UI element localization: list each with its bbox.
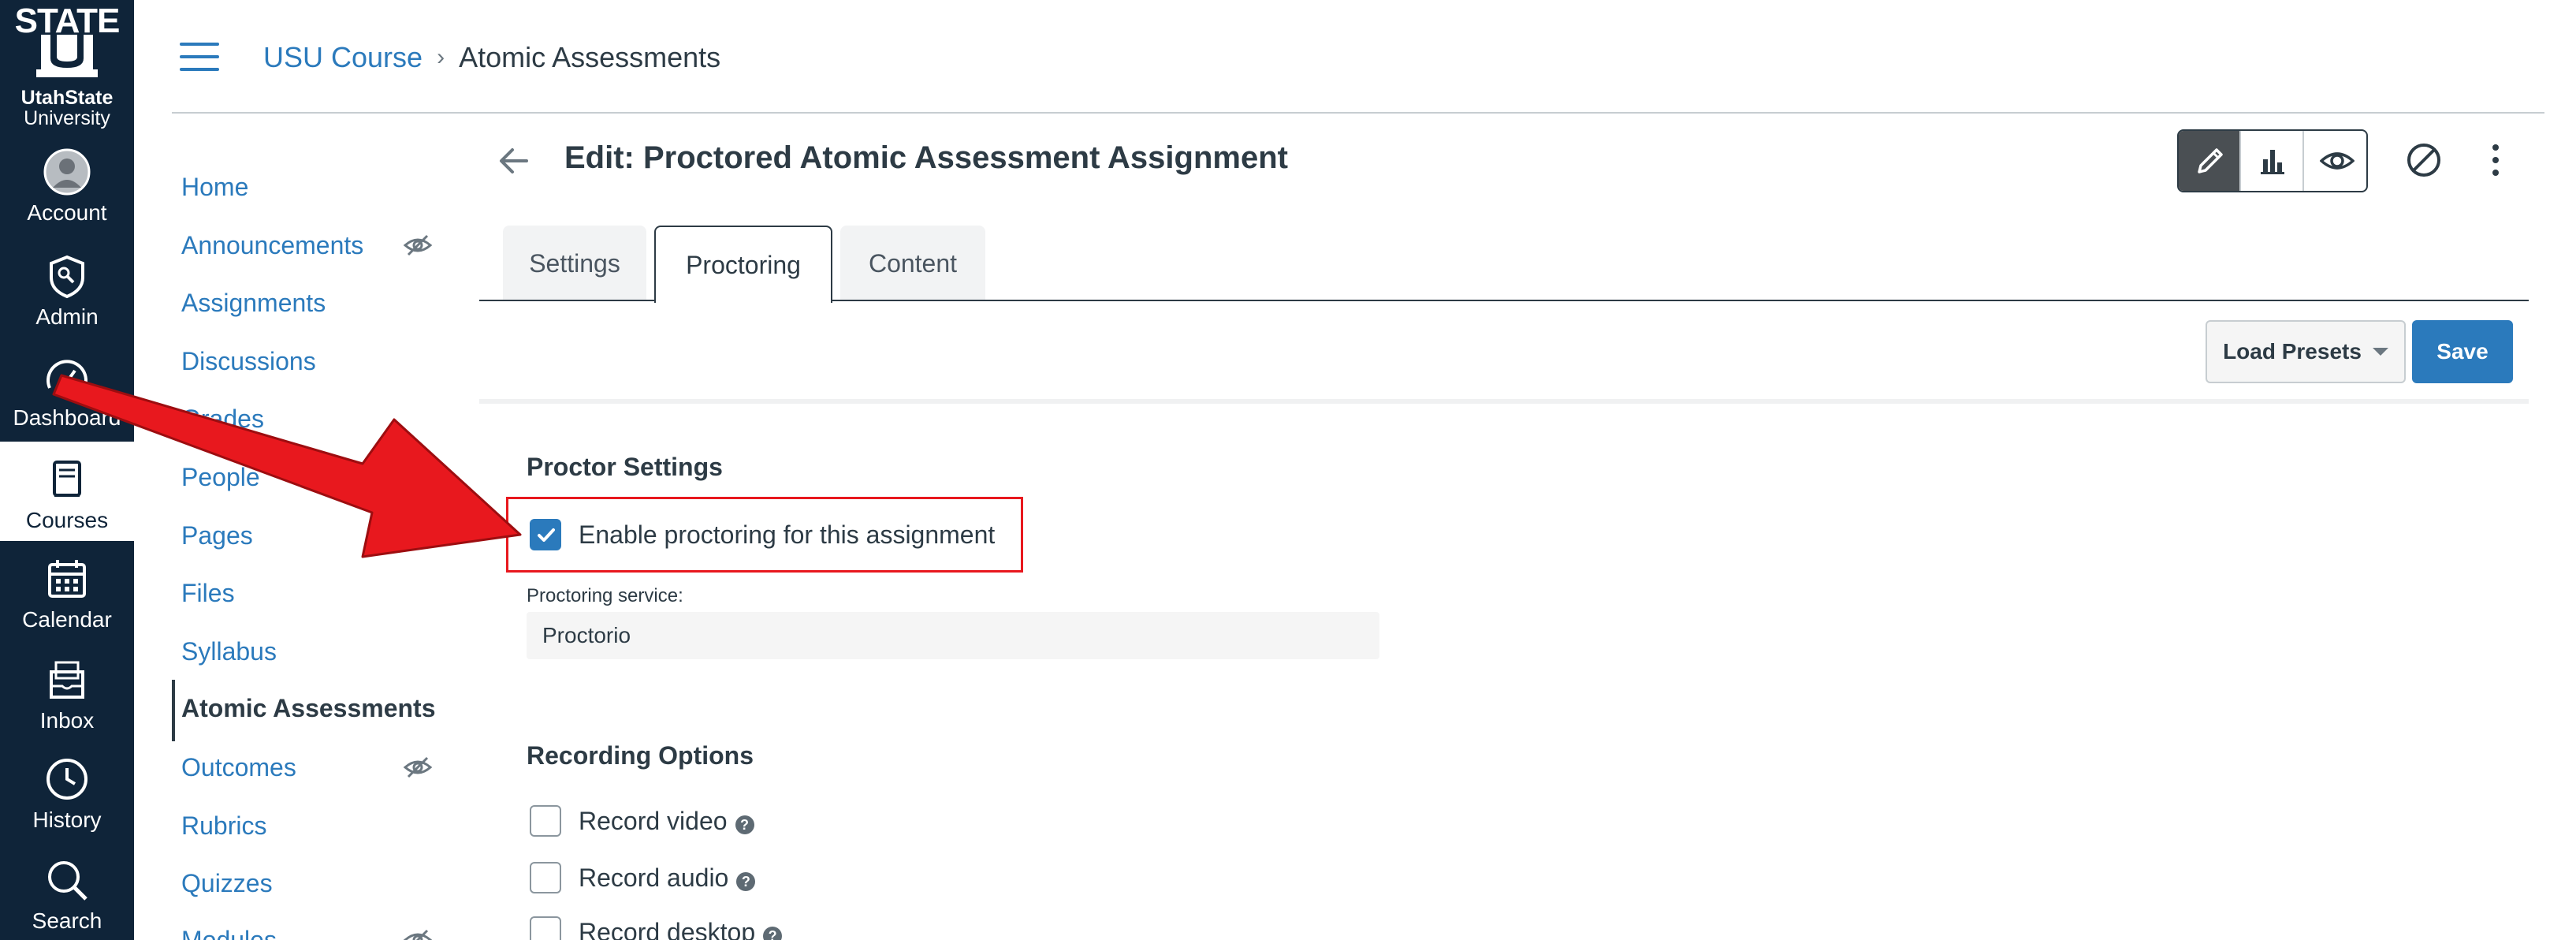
course-nav-quizzes[interactable]: Quizzes [172,861,456,908]
record-audio-label: Record audio [579,863,729,892]
course-nav-modules[interactable]: Modules [172,918,456,940]
toolbar-divider [479,399,2529,404]
active-tab-gap [656,298,831,303]
hamburger-line [180,43,219,46]
course-nav-label: Home [181,173,249,201]
edit-pencil-icon [2198,148,2223,173]
view-mode-toggle [2177,129,2368,192]
page-title: Edit: Proctored Atomic Assessment Assign… [564,140,1288,175]
course-nav-outcomes[interactable]: Outcomes [172,745,456,793]
course-nav-assignments[interactable]: Assignments [172,281,456,328]
breadcrumb-separator: › [437,44,445,70]
course-nav-label: Quizzes [181,869,273,897]
reports-mode-button[interactable] [2241,131,2304,191]
breadcrumb-current: Atomic Assessments [459,41,721,73]
inbox-icon [50,661,84,699]
tab-settings[interactable]: Settings [503,226,646,301]
course-nav-files[interactable]: Files [172,571,456,618]
logo-institution-line1: UtahState [20,87,114,109]
help-question-icon[interactable]: ? [763,927,783,940]
enable-proctoring-label: Enable proctoring for this assignment [579,520,996,549]
global-nav-history[interactable]: History [0,741,134,841]
course-nav-label: Modules [181,926,277,940]
global-nav-inbox-label: Inbox [39,708,95,733]
preview-mode-button[interactable] [2304,131,2366,191]
proctoring-service-label: Proctoring service: [527,585,683,606]
hidden-eye-slash-icon [403,234,433,256]
help-question-icon[interactable]: ? [736,872,756,891]
breadcrumb-course-link[interactable]: USU Course [263,41,423,74]
record-desktop-label: Record desktop [579,917,756,940]
course-nav-atomic-assessments[interactable]: Atomic Assessments [172,680,456,741]
more-options-kebab-icon[interactable] [2486,142,2505,178]
global-nav-inbox[interactable]: Inbox [0,642,134,741]
course-nav-rubrics[interactable]: Rubrics [172,804,456,851]
course-nav-label: Outcomes [181,753,296,781]
save-button[interactable]: Save [2412,320,2513,383]
course-nav-announcements[interactable]: Announcements [172,223,456,270]
record-desktop-checkbox[interactable] [530,916,561,940]
global-nav-calendar-label: Calendar [22,607,112,632]
preview-eye-icon [2319,152,2355,170]
global-nav-search[interactable]: Search [0,842,134,940]
disable-circle-slash-icon[interactable] [2406,142,2442,178]
hidden-eye-slash-icon [403,929,433,940]
logo-institution-line2: University [24,107,110,129]
global-nav-history-label: History [32,808,102,832]
breadcrumb: USU Course › Atomic Assessments [263,38,720,77]
hidden-eye-slash-icon [403,756,433,778]
course-nav-label: Assignments [181,289,326,317]
edit-mode-button[interactable] [2179,131,2242,191]
record-audio-checkbox[interactable] [530,862,561,893]
record-desktop-option[interactable]: Record desktop ? [530,915,783,940]
course-nav-syllabus[interactable]: Syllabus [172,629,456,677]
load-presets-label: Load Presets [2223,339,2362,364]
caret-down-icon [2372,348,2388,356]
record-video-checkbox[interactable] [530,805,561,837]
record-audio-option[interactable]: Record audio ? [530,860,756,895]
usu-logo[interactable]: STATE UtahState University [0,0,134,134]
course-nav-label: Atomic Assessments [181,694,436,722]
record-video-label: Record video [579,806,728,835]
logo-state-text: STATE [14,2,121,40]
global-nav-admin-label: Admin [35,304,99,329]
hamburger-line [180,55,219,58]
hamburger-line [180,68,219,71]
course-nav-label: Rubrics [181,811,267,840]
record-video-option[interactable]: Record video ? [530,804,754,838]
recording-options-heading: Recording Options [527,741,754,770]
proctoring-service-field[interactable]: Proctorio [527,612,1379,659]
load-presets-button[interactable]: Load Presets [2206,320,2406,383]
back-arrow-icon[interactable] [495,142,533,180]
tab-proctoring[interactable]: Proctoring [654,226,832,303]
course-nav-home[interactable]: Home [172,165,456,212]
admin-shield-icon [50,255,84,299]
course-nav-label: Syllabus [181,637,277,666]
global-nav-admin[interactable]: Admin [0,238,134,338]
help-question-icon[interactable]: ? [735,815,754,834]
proctor-settings-heading: Proctor Settings [527,453,723,481]
annotation-arrow [52,374,522,558]
checkmark-icon [538,528,555,542]
global-nav-account-label: Account [27,200,107,225]
course-nav-label: Files [181,579,235,607]
search-icon [48,861,87,901]
active-indicator-bar [172,680,175,741]
reports-bar-chart-icon [2261,150,2285,174]
history-clock-icon [47,759,87,800]
course-nav-label: Announcements [181,231,364,259]
tab-content[interactable]: Content [840,226,985,301]
header-divider [172,112,2544,114]
global-nav-search-label: Search [32,908,102,933]
enable-proctoring-option[interactable]: Enable proctoring for this assignment [530,517,995,552]
hamburger-menu-icon[interactable] [180,43,219,71]
account-avatar-icon [43,148,91,196]
global-nav-account[interactable]: Account [0,134,134,233]
